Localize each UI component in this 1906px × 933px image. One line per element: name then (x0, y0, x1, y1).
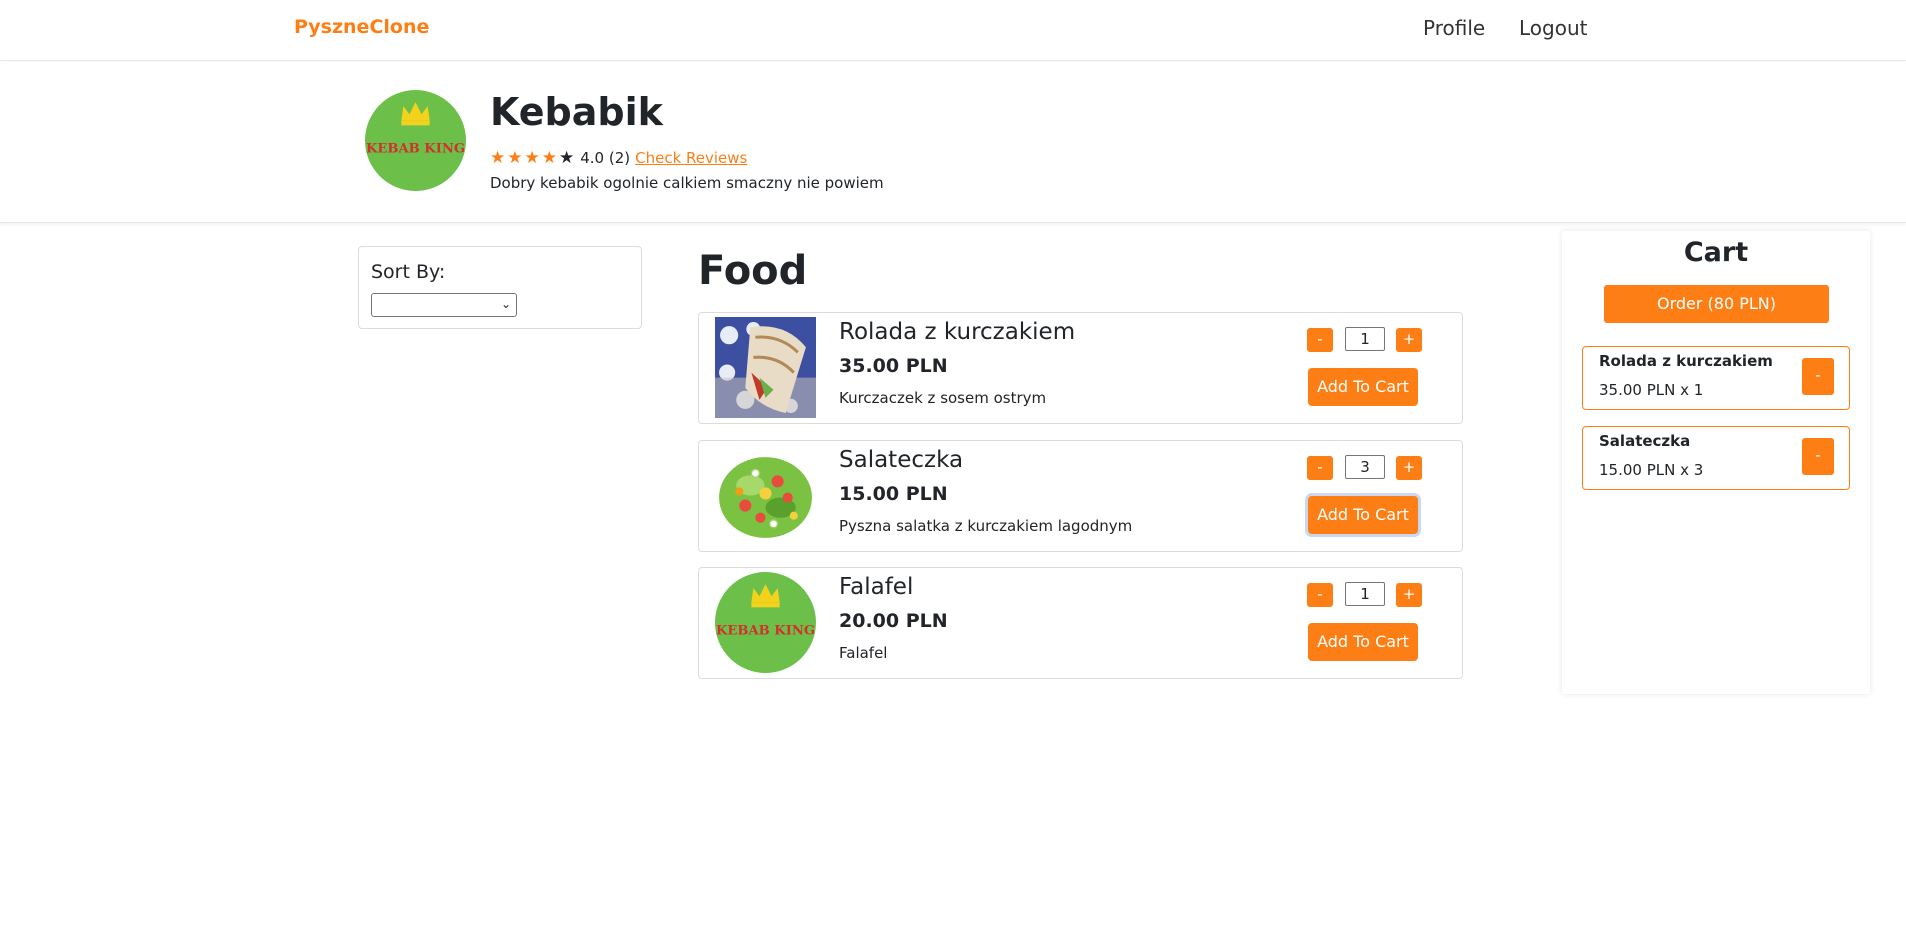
nav-logout-link[interactable]: Logout (1519, 16, 1587, 40)
rating-value: 4.0 (2) (580, 149, 631, 167)
cart-item: Salateczka 15.00 PLN x 3 - (1582, 426, 1850, 490)
food-item-card: Rolada z kurczakiem 35.00 PLN Kurczaczek… (698, 312, 1463, 424)
star-icon: ★ (524, 147, 540, 168)
add-to-cart-button[interactable]: Add To Cart (1308, 368, 1418, 406)
restaurant-rating: ★ ★ ★ ★ ★ 4.0 (2) Check Reviews (490, 149, 747, 167)
cart-item-name: Rolada z kurczakiem (1599, 352, 1773, 370)
cart-item-detail: 35.00 PLN x 1 (1599, 381, 1704, 399)
food-name: Salateczka (839, 447, 964, 473)
cart-item-detail: 15.00 PLN x 3 (1599, 461, 1704, 479)
cart-item: Rolada z kurczakiem 35.00 PLN x 1 - (1582, 346, 1850, 410)
food-image-salad (715, 445, 816, 546)
cart-panel: Cart Order (80 PLN) Rolada z kurczakiem … (1562, 231, 1870, 694)
quantity-input[interactable]: 3 (1345, 455, 1385, 479)
decrease-quantity-button[interactable]: - (1307, 328, 1333, 352)
restaurant-name: Kebabik (490, 90, 663, 134)
food-item-card: Salateczka 15.00 PLN Pyszna salatka z ku… (698, 440, 1463, 552)
food-price: 35.00 PLN (839, 355, 948, 377)
sort-label: Sort By: (371, 261, 446, 283)
increase-quantity-button[interactable]: + (1396, 456, 1422, 480)
food-price: 15.00 PLN (839, 483, 948, 505)
quantity-input[interactable]: 1 (1345, 327, 1385, 351)
nav-profile-link[interactable]: Profile (1423, 16, 1485, 40)
food-description: Falafel (839, 644, 888, 662)
brand-link[interactable]: PyszneClone (294, 16, 429, 38)
food-price: 20.00 PLN (839, 610, 948, 632)
sort-panel: Sort By: ⌄ (358, 246, 642, 329)
food-image-kebab-king-logo: KEBAB KING (715, 572, 816, 673)
food-name: Rolada z kurczakiem (839, 319, 1076, 345)
check-reviews-link[interactable]: Check Reviews (635, 149, 747, 167)
sort-select[interactable]: ⌄ (371, 293, 517, 317)
cart-title: Cart (1683, 237, 1749, 268)
star-icon: ★ (559, 147, 575, 168)
top-navbar: PyszneClone Profile Logout (0, 0, 1906, 61)
food-name: Falafel (839, 574, 914, 600)
add-to-cart-button[interactable]: Add To Cart (1308, 623, 1418, 661)
food-image-chicken-wrap (715, 317, 816, 418)
increase-quantity-button[interactable]: + (1396, 328, 1422, 352)
cart-item-name: Salateczka (1599, 432, 1691, 450)
order-button[interactable]: Order (80 PLN) (1604, 285, 1829, 323)
logo-text: KEBAB KING (366, 142, 465, 157)
remove-from-cart-button[interactable]: - (1802, 358, 1834, 395)
star-icon: ★ (541, 147, 557, 168)
restaurant-header (0, 62, 1906, 223)
decrease-quantity-button[interactable]: - (1307, 583, 1333, 607)
increase-quantity-button[interactable]: + (1396, 583, 1422, 607)
food-description: Kurczaczek z sosem ostrym (839, 389, 1047, 407)
star-icon: ★ (490, 147, 506, 168)
add-to-cart-button[interactable]: Add To Cart (1308, 496, 1418, 534)
logo-text: KEBAB KING (716, 624, 815, 639)
quantity-input[interactable]: 1 (1345, 582, 1385, 606)
star-icon: ★ (507, 147, 523, 168)
chevron-down-icon: ⌄ (500, 297, 511, 311)
food-section-title: Food (698, 248, 808, 294)
decrease-quantity-button[interactable]: - (1307, 456, 1333, 480)
remove-from-cart-button[interactable]: - (1802, 438, 1834, 475)
restaurant-description: Dobry kebabik ogolnie calkiem smaczny ni… (490, 174, 884, 192)
restaurant-logo: KEBAB KING (365, 90, 466, 191)
food-item-card: KEBAB KING Falafel 20.00 PLN Falafel - 1… (698, 567, 1463, 679)
food-description: Pyszna salatka z kurczakiem lagodnym (839, 517, 1133, 535)
